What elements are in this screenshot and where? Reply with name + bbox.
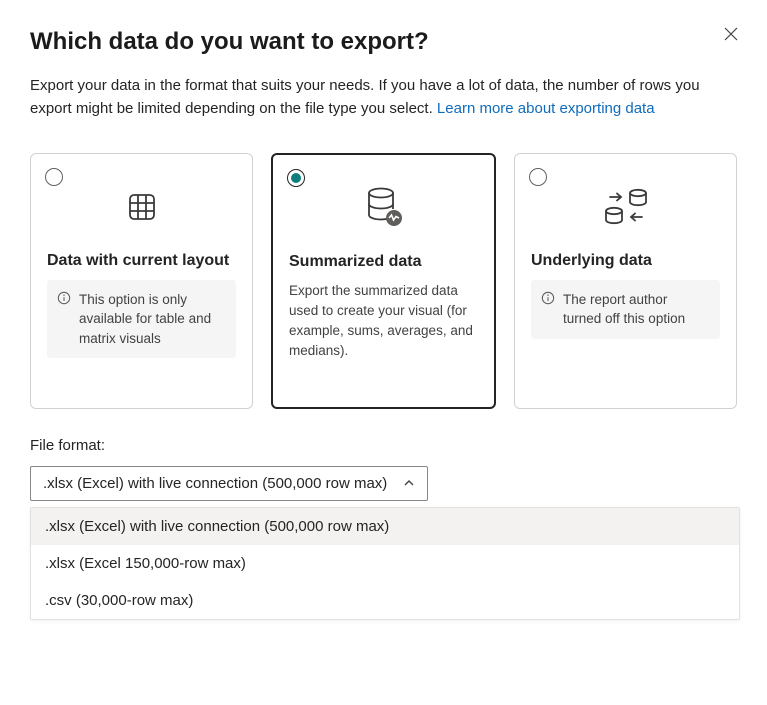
option-note-text: This option is only available for table … [79,292,211,346]
option-note: This option is only available for table … [47,280,236,359]
radio-button[interactable] [45,168,63,186]
dialog-title: Which data do you want to export? [30,28,737,56]
dropdown-option[interactable]: .xlsx (Excel 150,000-row max) [31,545,739,582]
learn-more-link[interactable]: Learn more about exporting data [437,100,655,117]
option-data-with-current-layout[interactable]: Data with current layout This option is … [30,153,253,409]
info-icon [57,291,71,305]
dropdown-selected-value: .xlsx (Excel) with live connection (500,… [43,475,387,492]
dialog-description: Export your data in the format that suit… [30,74,710,121]
table-layout-icon [47,184,236,230]
option-summarized-data[interactable]: Summarized data Export the summarized da… [271,153,496,409]
option-title: Underlying data [531,252,720,270]
close-button[interactable] [721,24,741,44]
option-underlying-data[interactable]: Underlying data The report author turned… [514,153,737,409]
radio-button[interactable] [287,169,305,187]
dropdown-option[interactable]: .xlsx (Excel) with live connection (500,… [31,508,739,545]
info-icon [541,291,555,305]
option-title: Summarized data [289,253,478,271]
export-options: Data with current layout This option is … [30,153,737,409]
database-activity-icon [289,185,478,231]
export-dialog: Which data do you want to export? Export… [0,0,767,648]
option-note-text: The report author turned off this option [563,292,685,327]
chevron-up-icon [403,477,415,489]
file-format-label: File format: [30,437,737,454]
option-note: The report author turned off this option [531,280,720,339]
file-format-dropdown-list: .xlsx (Excel) with live connection (500,… [30,507,740,620]
close-icon [723,26,739,42]
database-cycle-icon [531,184,720,230]
file-format-dropdown[interactable]: .xlsx (Excel) with live connection (500,… [30,466,428,501]
option-title: Data with current layout [47,252,236,270]
option-description: Export the summarized data used to creat… [289,281,478,362]
dropdown-option[interactable]: .csv (30,000-row max) [31,582,739,619]
radio-button[interactable] [529,168,547,186]
